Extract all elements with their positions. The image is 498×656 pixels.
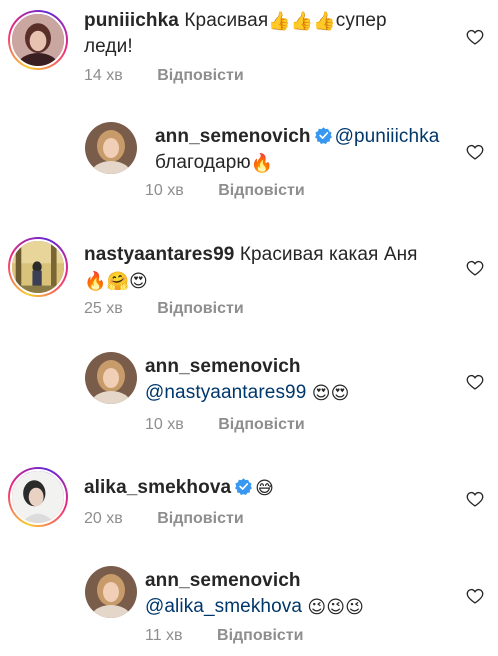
avatar-photo-icon xyxy=(12,241,64,293)
mention-link[interactable]: @puniiichka xyxy=(335,126,440,147)
avatar-photo-icon xyxy=(85,352,137,404)
mention-link[interactable]: @nastyaantares99 xyxy=(145,382,306,403)
heart-icon[interactable] xyxy=(466,29,484,45)
comment-body: Красивая xyxy=(184,10,269,31)
avatar[interactable] xyxy=(8,237,68,297)
avatar[interactable] xyxy=(85,352,137,404)
thumbs-up-emoji: 👍👍👍 xyxy=(268,11,336,32)
heart-icon[interactable] xyxy=(466,260,484,276)
reply-button[interactable]: Відповісти xyxy=(217,627,303,645)
comment-text: ann_semenovich @nastyaantares99 😍😍 xyxy=(145,354,445,406)
comment-text: nastyaantares99 Красивая какая Аня 🔥🤗😍 xyxy=(84,242,454,294)
username[interactable]: alika_smekhova xyxy=(84,477,231,498)
comment-text: ann_semenovich @puniiichka благодарю🔥 xyxy=(155,124,455,176)
avatar[interactable] xyxy=(8,10,68,70)
comment-text: ann_semenovich @alika_smekhova 😉😉😉 xyxy=(145,568,445,620)
comment-body-3: леди! xyxy=(84,36,133,57)
username[interactable]: ann_semenovich xyxy=(145,356,301,377)
comment-text: puniiichka Красивая👍👍👍супер леди! xyxy=(84,8,454,60)
heart-icon[interactable] xyxy=(466,491,484,507)
comment-meta: 10 хв Відповісти xyxy=(145,182,305,200)
heart-eyes-emojis: 😍😍 xyxy=(311,383,350,404)
comment-body-2: супер xyxy=(335,10,387,31)
username[interactable]: nastyaantares99 xyxy=(84,244,234,265)
heart-icon[interactable] xyxy=(466,588,484,604)
avatar-photo-icon xyxy=(12,14,64,66)
comment-body: благодарю xyxy=(155,152,251,173)
reaction-emojis: 🔥🤗😍 xyxy=(84,271,148,292)
reply-ann-semenovich-2: ann_semenovich @nastyaantares99 😍😍 10 хв… xyxy=(0,330,498,445)
verified-badge-icon xyxy=(235,478,253,495)
avatar[interactable] xyxy=(85,122,137,174)
username[interactable]: puniiichka xyxy=(84,10,179,31)
comment-meta: 25 хв Відповісти xyxy=(84,300,244,318)
heart-icon[interactable] xyxy=(466,144,484,160)
reply-button[interactable]: Відповісти xyxy=(157,67,243,85)
reply-button[interactable]: Відповісти xyxy=(157,300,243,318)
username[interactable]: ann_semenovich xyxy=(155,126,311,147)
comment-nastyaantares99: nastyaantares99 Красивая какая Аня 🔥🤗😍 2… xyxy=(0,220,498,330)
avatar[interactable] xyxy=(85,566,137,618)
wink-emojis: 😉😉😉 xyxy=(307,597,365,618)
reply-button[interactable]: Відповісти xyxy=(218,182,304,200)
fire-emoji: 🔥 xyxy=(250,153,274,174)
timestamp: 10 хв xyxy=(145,416,184,433)
timestamp: 20 хв xyxy=(84,510,123,527)
reply-ann-semenovich-3: ann_semenovich @alika_smekhova 😉😉😉 11 хв… xyxy=(0,550,498,656)
timestamp: 25 хв xyxy=(84,300,123,317)
comment-body: Красивая какая Аня xyxy=(239,244,418,265)
sweat-smile-emoji: 😅 xyxy=(255,478,275,499)
comment-meta: 10 хв Відповісти xyxy=(145,416,305,434)
timestamp: 14 хв xyxy=(84,67,123,84)
comment-puniiichka: puniiichka Красивая👍👍👍супер леди! 14 хв … xyxy=(0,0,498,100)
avatar[interactable] xyxy=(8,467,68,527)
avatar-photo-icon xyxy=(12,471,64,523)
timestamp: 10 хв xyxy=(145,182,184,199)
reply-button[interactable]: Відповісти xyxy=(218,416,304,434)
mention-link[interactable]: @alika_smekhova xyxy=(145,596,302,617)
username[interactable]: ann_semenovich xyxy=(145,570,301,591)
verified-badge-icon xyxy=(314,127,332,144)
reply-button[interactable]: Відповісти xyxy=(157,510,243,528)
timestamp: 11 хв xyxy=(145,627,183,644)
reply-ann-semenovich-1: ann_semenovich @puniiichka благодарю🔥 10 … xyxy=(0,100,498,220)
comment-meta: 14 хв Відповісти xyxy=(84,67,244,85)
avatar-photo-icon xyxy=(85,122,137,174)
avatar-photo-icon xyxy=(85,566,137,618)
heart-icon[interactable] xyxy=(466,374,484,390)
comment-text: alika_smekhova 😅 xyxy=(84,475,454,501)
comment-meta: 20 хв Відповісти xyxy=(84,510,244,528)
comment-meta: 11 хв Відповісти xyxy=(145,627,303,645)
comment-alika-smekhova: alika_smekhova 😅 20 хв Відповісти xyxy=(0,445,498,550)
